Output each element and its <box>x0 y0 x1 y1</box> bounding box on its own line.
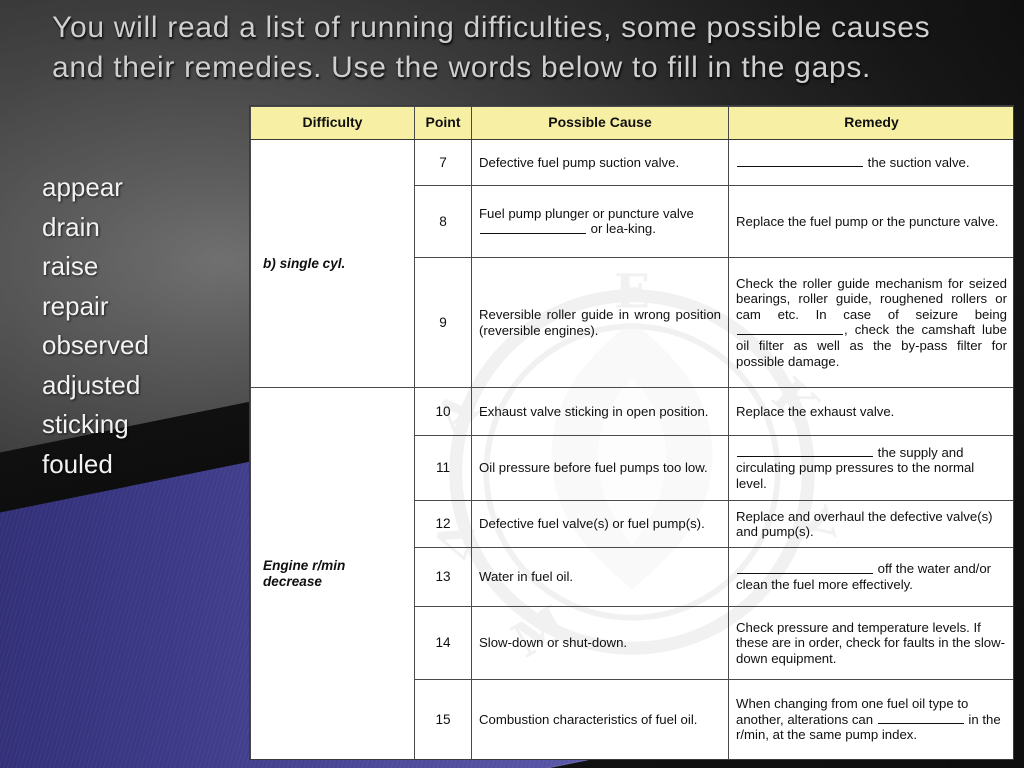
column-header-point: Point <box>414 106 472 140</box>
possible-cause-text: Defective fuel valve(s) or fuel pump(s). <box>471 500 729 548</box>
remedy-text-before: Check the roller guide mechanism for sei… <box>736 275 1007 322</box>
remedy-text: Replace the fuel pump or the puncture va… <box>728 185 1013 258</box>
cause-text-before: Oil pressure before fuel pumps too low. <box>479 460 708 476</box>
word-bank-item: observed <box>42 330 149 360</box>
fill-in-blank[interactable] <box>877 712 964 724</box>
remedy-text: Replace and overhaul the defective valve… <box>728 500 1013 548</box>
column-header-difficulty: Difficulty <box>250 106 415 140</box>
cause-text-after: or lea-king. <box>587 221 656 237</box>
column-header-cause: Possible Cause <box>471 106 729 140</box>
word-bank-item: fouled <box>42 448 113 479</box>
point-value: 13 <box>414 547 472 607</box>
difficulty-table: Difficulty Point Possible Cause Remedy b… <box>250 106 1013 759</box>
word-bank-item: drain <box>42 211 100 242</box>
point-value: 8 <box>414 185 472 258</box>
possible-cause-text: Combustion characteristics of fuel oil. <box>471 679 729 759</box>
point-value: 14 <box>414 606 472 680</box>
possible-cause-text: Fuel pump plunger or puncture valve or l… <box>471 185 729 258</box>
column-header-remedy: Remedy <box>728 106 1013 140</box>
slide-title: You will read a list of running difficul… <box>52 11 931 84</box>
cause-text-before: Slow-down or shut-down. <box>479 635 628 651</box>
remedy-text: Replace the exhaust valve. <box>728 387 1013 436</box>
possible-cause-text: Exhaust valve sticking in open position. <box>471 387 729 436</box>
point-value: 15 <box>414 679 472 759</box>
word-bank-item: appear <box>42 172 123 202</box>
point-value: 12 <box>414 500 472 548</box>
word-bank: appear drain raise repair observed adjus… <box>42 168 242 484</box>
possible-cause-text: Slow-down or shut-down. <box>471 606 729 680</box>
cause-text-before: Fuel pump plunger or puncture valve <box>479 205 694 221</box>
fill-in-blank[interactable] <box>737 561 873 574</box>
remedy-text: When changing from one fuel oil type to … <box>728 679 1013 759</box>
cause-text-before: Reversible roller guide in wrong positio… <box>479 307 721 338</box>
possible-cause-text: Defective fuel pump suction valve. <box>471 139 729 186</box>
remedy-text: off the water and/or clean the fuel more… <box>728 547 1013 607</box>
point-value: 7 <box>414 139 472 186</box>
word-bank-item: repair <box>42 290 109 321</box>
cause-text-before: Defective fuel valve(s) or fuel pump(s). <box>479 516 705 532</box>
difficulty-group-label: Engine r/min decrease <box>250 387 415 759</box>
remedy-text-before: Replace the fuel pump or the puncture va… <box>736 213 999 229</box>
remedy-text: the supply and circulating pump pressure… <box>728 435 1013 501</box>
cause-text-before: Water in fuel oil. <box>479 569 574 585</box>
fill-in-blank[interactable] <box>737 155 863 167</box>
fill-in-blank[interactable] <box>737 445 873 457</box>
word-bank-item: raise <box>42 251 99 281</box>
remedy-text-before: Replace the exhaust valve. <box>736 403 895 419</box>
difficulty-table-frame: Ε Κ Υ Α Δ Μ Difficulty Point Possible Ca… <box>249 105 1014 760</box>
remedy-text: the suction valve. <box>728 139 1013 186</box>
table-row: Engine r/min decrease 10 Exhaust valve s… <box>250 387 1013 759</box>
remedy-text-before: Check pressure and temperature levels. I… <box>736 619 1006 666</box>
remedy-text: Check the roller guide mechanism for sei… <box>728 257 1013 388</box>
difficulty-group-label: b) single cyl. <box>250 139 415 388</box>
remedy-text-after: the suction valve. <box>864 154 970 170</box>
word-bank-item: sticking <box>42 409 129 439</box>
remedy-text-before: Replace and overhaul the defective valve… <box>736 508 993 540</box>
point-value: 10 <box>414 387 472 436</box>
point-value: 9 <box>414 257 472 388</box>
remedy-text: Check pressure and temperature levels. I… <box>728 606 1013 680</box>
possible-cause-text: Water in fuel oil. <box>471 547 729 607</box>
point-value: 11 <box>414 435 472 501</box>
cause-text-before: Combustion characteristics of fuel oil. <box>479 711 698 727</box>
fill-in-blank[interactable] <box>480 221 586 234</box>
fill-in-blank[interactable] <box>737 322 843 335</box>
word-bank-item: adjusted <box>42 369 141 400</box>
cause-text-before: Exhaust valve sticking in open position. <box>479 403 709 419</box>
cause-text-before: Defective fuel pump suction valve. <box>479 154 680 170</box>
table-row: b) single cyl. 7 Defective fuel pump suc… <box>250 139 1013 388</box>
possible-cause-text: Oil pressure before fuel pumps too low. <box>471 435 729 501</box>
possible-cause-text: Reversible roller guide in wrong positio… <box>471 257 729 388</box>
table-header-row: Difficulty Point Possible Cause Remedy <box>250 106 1013 140</box>
